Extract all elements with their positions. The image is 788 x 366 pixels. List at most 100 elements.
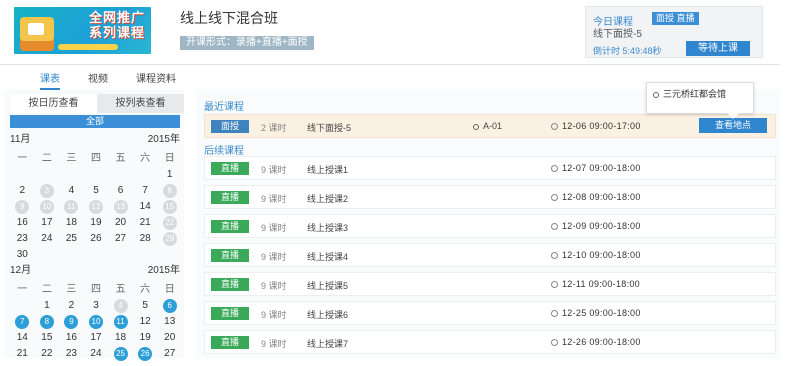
calendar-day[interactable]: 2 [10,184,35,198]
month-header-nov: 11月 2015年 [10,130,180,145]
calendar-day[interactable]: 5 [84,184,109,198]
calendar-day[interactable]: 15 [157,200,182,214]
calendar-day[interactable]: 19 [133,331,158,345]
calendar-day[interactable]: 23 [10,232,35,246]
calendar-day-number: 25 [65,233,77,244]
calendar-day[interactable]: 17 [84,331,109,345]
calendar-day[interactable]: 20 [157,331,182,345]
calendar-day[interactable]: 6 [108,184,133,198]
course-hours: 9 课时 [261,339,287,349]
calendar-day[interactable]: 11 [59,200,84,214]
course-hours: 9 课时 [261,223,287,233]
course-hours: 9 课时 [261,310,287,320]
calendar-day[interactable]: 4 [108,299,133,313]
calendar-day[interactable]: 30 [10,248,35,262]
calendar-day-number: 15 [41,332,53,343]
calendar-day[interactable]: 3 [84,299,109,313]
calendar-day[interactable]: 21 [10,347,35,361]
course-row[interactable]: 直播 9 课时 线上授课3 12-09 09:00-18:00 [204,214,776,238]
calendar-day[interactable]: 22 [35,347,60,361]
calendar-day[interactable]: 3 [35,184,60,198]
weekday-label: 五 [115,284,126,295]
calendar-day[interactable]: 18 [59,216,84,230]
calendar-day[interactable]: 29 [157,232,182,246]
calendar-day[interactable]: 27 [157,347,182,361]
course-time: 12-11 09:00-18:00 [551,279,640,289]
clock-icon [551,123,558,131]
course-row[interactable]: 直播 9 课时 线上授课7 12-26 09:00-18:00 [204,330,776,354]
calendar-day[interactable]: 4 [59,184,84,198]
current-course-row[interactable]: 面授 2 课时 线下面授-5 A-01 12-06 09:00-17:00 查看… [204,114,776,138]
calendar-day[interactable]: 5 [133,299,158,313]
calendar-day[interactable]: 20 [108,216,133,230]
calendar-day-number: 5 [142,300,148,311]
calendar-day[interactable]: 9 [10,200,35,214]
calendar-day[interactable]: 15 [35,331,60,345]
course-name: 线上授课7 [307,339,349,349]
calendar-day[interactable]: 8 [157,184,182,198]
calendar-day[interactable]: 14 [133,200,158,214]
course-row[interactable]: 直播 9 课时 线上授课1 12-07 09:00-18:00 [204,156,776,180]
calendar-day[interactable]: 6 [157,299,182,313]
calendar-day[interactable]: 12 [84,200,109,214]
calendar-day[interactable]: 7 [133,184,158,198]
list-view-button[interactable]: 按列表查看 [97,94,184,113]
calendar-day[interactable]: 18 [108,331,133,345]
course-hours: 2 课时 [261,123,287,133]
calendar-day[interactable]: 13 [157,315,182,329]
wait-class-button[interactable]: 等待上课 [686,41,750,56]
course-row[interactable]: 直播 9 课时 线上授课4 12-10 09:00-18:00 [204,243,776,267]
calendar-day-number: 27 [164,348,176,359]
course-location: A-01 [473,121,502,131]
calendar-day-number: 10 [88,315,103,329]
calendar-day[interactable]: 12 [133,315,158,329]
calendar-day[interactable]: 9 [59,315,84,329]
calendar-day[interactable]: 10 [84,315,109,329]
calendar-day[interactable]: 25 [59,232,84,246]
calendar-day[interactable]: 1 [35,299,60,313]
calendar-day[interactable]: 7 [10,315,35,329]
calendar-day[interactable]: 16 [10,216,35,230]
calendar-day[interactable]: 25 [108,347,133,361]
course-row[interactable]: 直播 9 课时 线上授课5 12-11 09:00-18:00 [204,272,776,296]
calendar-view-button[interactable]: 按日历查看 [10,94,97,113]
calendar-day[interactable]: 13 [108,200,133,214]
calendar-day-number: 16 [65,332,77,343]
calendar-day[interactable]: 28 [133,232,158,246]
all-filter-button[interactable]: 全部 [10,115,180,128]
weekday-label: 日 [164,284,175,295]
tab-schedule[interactable]: 课表 [40,70,60,90]
calendar-day[interactable]: 11 [108,315,133,329]
calendar-day-number: 20 [115,217,127,228]
course-row[interactable]: 直播 9 课时 线上授课6 12-25 09:00-18:00 [204,301,776,325]
calendar-day-number: 6 [117,185,124,196]
calendar-day[interactable]: 23 [59,347,84,361]
calendar-day-number: 24 [41,233,53,244]
view-location-button[interactable]: 查看地点 [699,118,767,133]
calendar-day[interactable]: 24 [35,232,60,246]
tab-materials[interactable]: 课程资料 [136,70,176,90]
calendar-day[interactable]: 22 [157,216,182,230]
calendar-day[interactable]: 1 [157,168,182,182]
course-time: 12-26 09:00-18:00 [551,337,641,347]
calendar-panel: 按日历查看 按列表查看 全部 11月 2015年 一二三四五六日12345678… [4,90,184,361]
calendar-day-number: 17 [90,332,102,343]
calendar-day[interactable]: 21 [133,216,158,230]
calendar-day[interactable]: 17 [35,216,60,230]
countdown-text: 倒计时 5:49:48秒 [593,46,662,56]
calendar-day[interactable]: 26 [84,232,109,246]
course-time: 12-09 09:00-18:00 [551,221,641,231]
calendar-day[interactable]: 14 [10,331,35,345]
calendar-day-number: 28 [139,233,151,244]
calendar-day[interactable]: 2 [59,299,84,313]
calendar-day[interactable]: 8 [35,315,60,329]
tab-video[interactable]: 视频 [88,70,108,90]
calendar-day[interactable]: 24 [84,347,109,361]
calendar-day[interactable]: 19 [84,216,109,230]
calendar-day[interactable]: 10 [35,200,60,214]
calendar-day[interactable]: 16 [59,331,84,345]
calendar-day[interactable]: 26 [133,347,158,361]
course-row[interactable]: 直播 9 课时 线上授课2 12-08 09:00-18:00 [204,185,776,209]
calendar-day[interactable]: 27 [108,232,133,246]
thumbnail-figure-icon [20,17,54,51]
